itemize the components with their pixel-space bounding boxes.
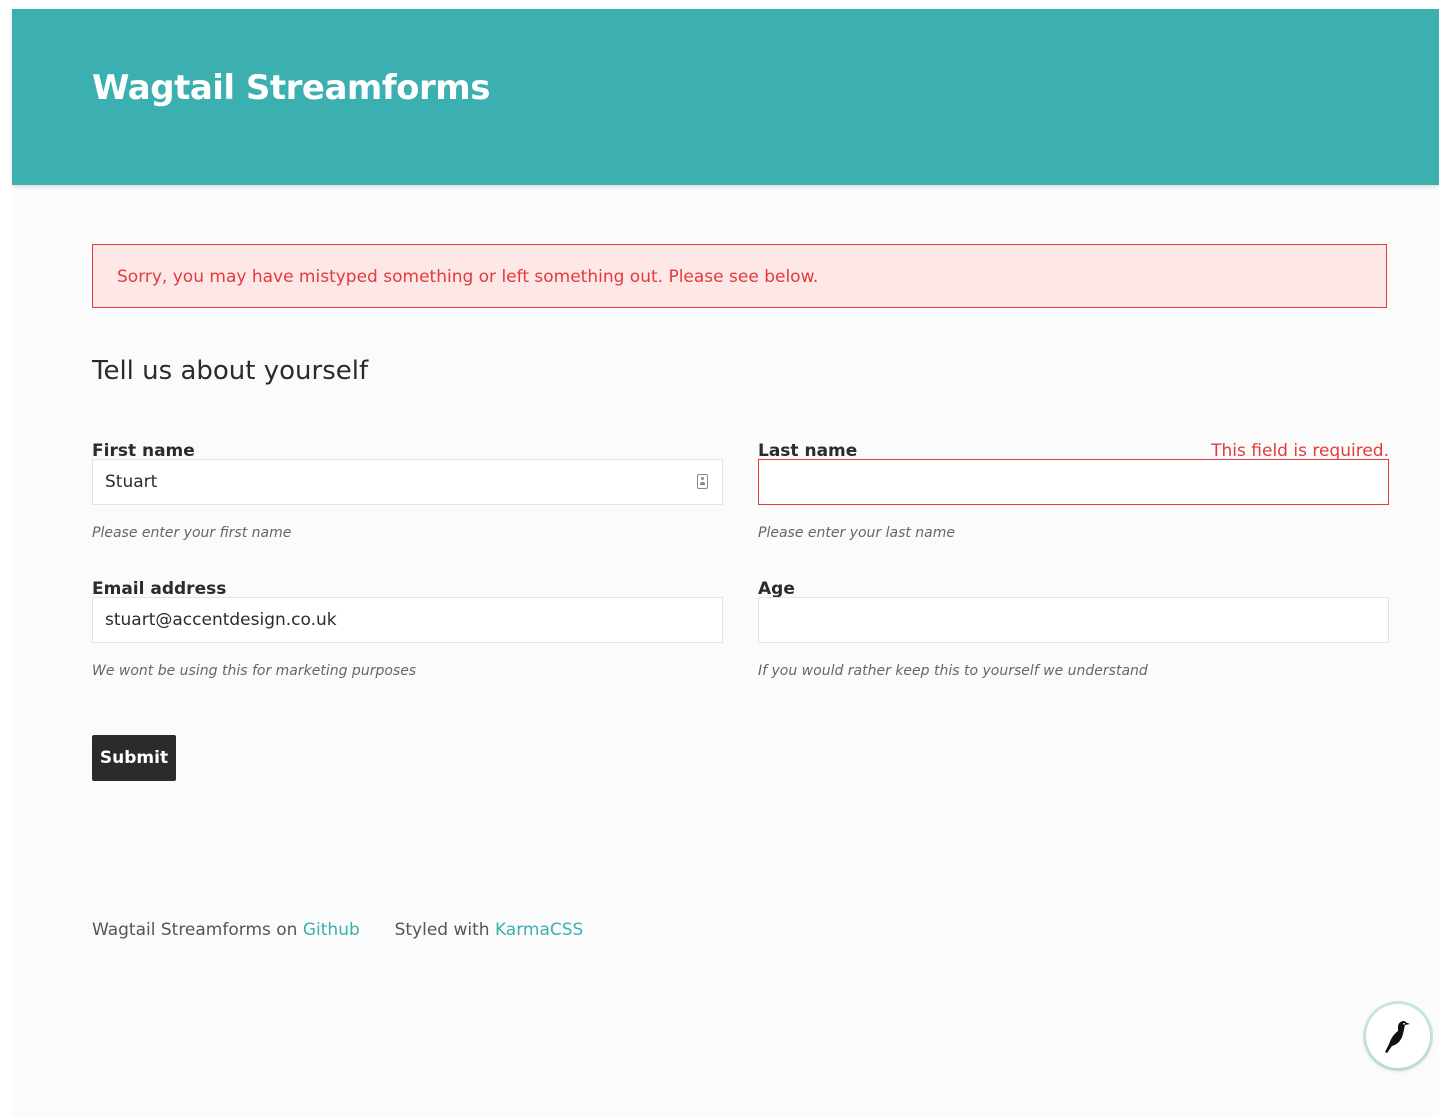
site-header: Wagtail Streamforms [12,9,1439,185]
site-title: Wagtail Streamforms [92,68,490,108]
email-help: We wont be using this for marketing purp… [92,663,417,679]
contact-card-icon[interactable] [697,474,708,489]
submit-button[interactable]: Submit [92,735,176,781]
last-name-help: Please enter your last name [758,525,956,541]
wagtail-userbar-button[interactable] [1366,1004,1430,1068]
wagtail-bird-icon [1385,1021,1410,1053]
age-input[interactable] [758,597,1389,643]
last-name-input[interactable] [758,459,1389,505]
footer-project-text: Wagtail Streamforms on [92,920,298,940]
error-alert: Sorry, you may have mistyped something o… [92,244,1387,308]
footer-styled-text: Styled with [394,920,490,940]
first-name-help: Please enter your first name [92,525,292,541]
age-help: If you would rather keep this to yoursel… [758,663,1148,679]
karmacss-link[interactable]: KarmaCSS [495,920,583,940]
email-input[interactable] [92,597,723,643]
github-link[interactable]: Github [303,920,360,940]
footer: Wagtail Streamforms on Github Styled wit… [92,917,583,943]
page: Wagtail Streamforms Sorry, you may have … [12,9,1439,1117]
form-heading: Tell us about yourself [92,356,369,386]
first-name-input[interactable] [92,459,723,505]
